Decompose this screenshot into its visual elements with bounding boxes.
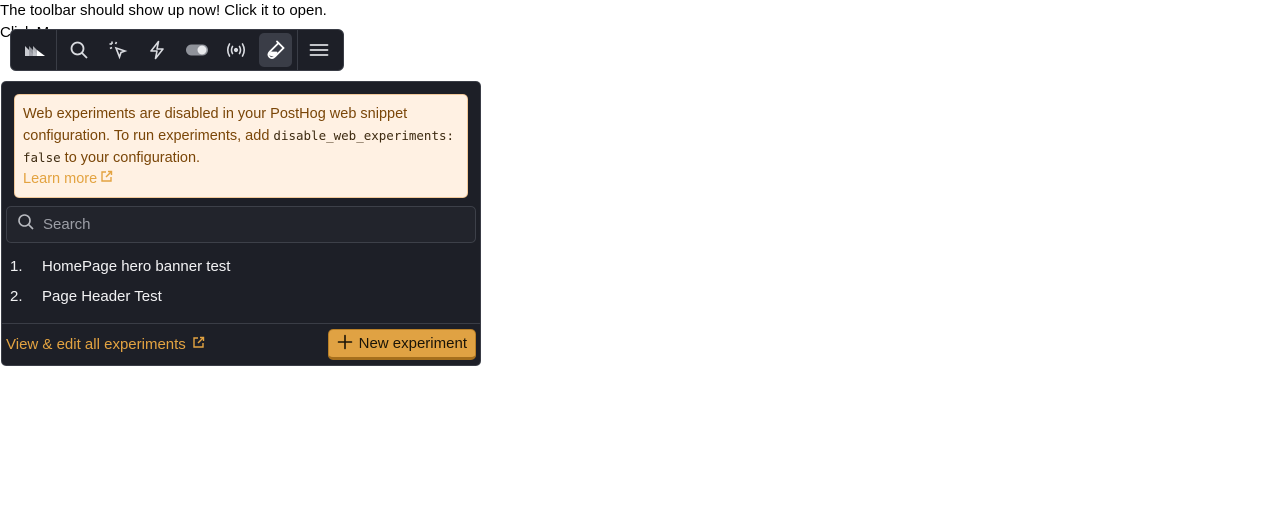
experiment-number: 1.: [10, 257, 23, 275]
list-item[interactable]: 1. HomePage hero banner test: [2, 251, 480, 281]
experiments-panel: Web experiments are disabled in your Pos…: [1, 81, 481, 366]
feature-flag-toggle-icon: [185, 43, 209, 57]
experiments-flask-icon: [264, 39, 286, 61]
view-all-label: View & edit all experiments: [6, 336, 186, 353]
feature-flags-button[interactable]: [180, 33, 213, 67]
menu-button[interactable]: [303, 33, 336, 67]
inspect-button[interactable]: [101, 33, 134, 67]
menu-icon: [309, 42, 329, 58]
experiments-disabled-warning: Web experiments are disabled in your Pos…: [14, 94, 468, 198]
list-item[interactable]: 2. Page Header Test: [2, 281, 480, 311]
search-input[interactable]: [35, 207, 475, 242]
toolbar-divider: [56, 29, 58, 71]
experiments-button[interactable]: [258, 33, 292, 67]
experiments-list: 1. HomePage hero banner test 2. Page Hea…: [2, 251, 480, 311]
broadcast-icon: [225, 42, 247, 58]
toolbar-divider: [296, 29, 298, 71]
external-link-icon: [100, 169, 113, 190]
intro-text: The toolbar should show up now! Click it…: [0, 2, 327, 19]
search-icon: [69, 40, 89, 60]
inspect-pointer-icon: [108, 40, 128, 60]
view-all-experiments-link[interactable]: View & edit all experiments: [6, 336, 205, 353]
posthog-toolbar: [10, 29, 344, 71]
search-icon: [17, 213, 35, 236]
actions-button[interactable]: [141, 33, 174, 67]
new-experiment-button[interactable]: New experiment: [327, 329, 476, 360]
experiment-name: HomePage hero banner test: [42, 257, 231, 275]
broadcast-button[interactable]: [219, 33, 252, 67]
experiment-name: Page Header Test: [42, 287, 162, 305]
posthog-logo-button[interactable]: [18, 33, 51, 67]
plus-icon: [337, 334, 353, 354]
posthog-logo-icon: [24, 43, 46, 57]
actions-lightning-icon: [147, 40, 167, 60]
search-box: [6, 206, 476, 243]
panel-footer: View & edit all experiments New experime…: [2, 323, 480, 365]
learn-more-link[interactable]: Learn more: [23, 169, 113, 190]
warning-text-after: to your configuration.: [64, 150, 201, 166]
learn-more-label: Learn more: [23, 171, 98, 187]
external-link-icon: [192, 336, 205, 353]
experiment-number: 2.: [10, 287, 23, 305]
search-button[interactable]: [62, 33, 95, 67]
new-experiment-label: New experiment: [358, 335, 467, 352]
